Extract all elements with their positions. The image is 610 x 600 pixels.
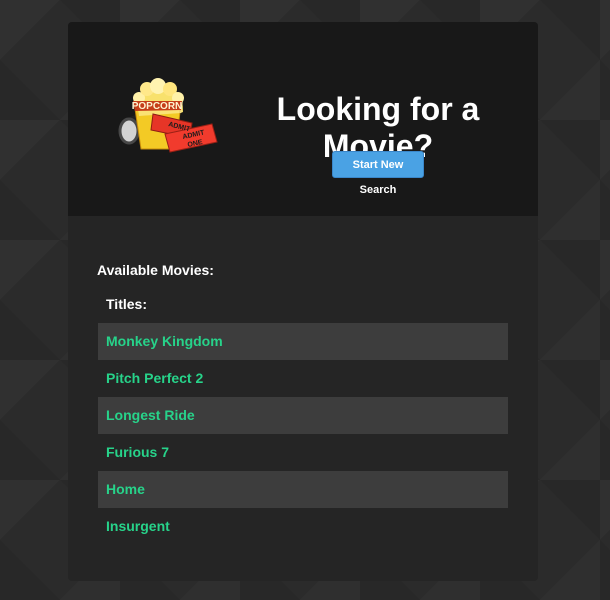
movie-list-item: Insurgent: [98, 508, 508, 545]
movie-list-item: Monkey Kingdom: [98, 322, 508, 360]
start-new-search-button[interactable]: Start New Search: [332, 151, 424, 196]
hero-section: POPCORN ADMIT ADMIT ONE Looking for a Mo…: [68, 22, 538, 216]
popcorn-and-tickets-icon: POPCORN ADMIT ADMIT ONE: [108, 67, 228, 167]
movie-link-insurgent[interactable]: Insurgent: [106, 518, 170, 534]
movie-search-panel: POPCORN ADMIT ADMIT ONE Looking for a Mo…: [68, 22, 538, 581]
movie-title-list: Monkey Kingdom Pitch Perfect 2 Longest R…: [98, 322, 508, 545]
movie-link-longest-ride[interactable]: Longest Ride: [106, 407, 195, 423]
titles-column-header: Titles:: [106, 295, 147, 312]
movie-link-furious-7[interactable]: Furious 7: [106, 444, 169, 460]
movie-list-item: Longest Ride: [98, 396, 508, 434]
movie-list-item: Home: [98, 470, 508, 508]
movie-list-item: Furious 7: [98, 434, 508, 471]
available-movies-section: Available Movies: Titles: Monkey Kingdom…: [68, 216, 538, 545]
movie-link-pitch-perfect-2[interactable]: Pitch Perfect 2: [106, 370, 203, 386]
movie-list-item: Pitch Perfect 2: [98, 360, 508, 397]
movie-link-monkey-kingdom[interactable]: Monkey Kingdom: [106, 333, 223, 349]
movie-link-home[interactable]: Home: [106, 481, 145, 497]
svg-text:POPCORN: POPCORN: [132, 101, 183, 112]
available-movies-heading: Available Movies:: [97, 261, 214, 278]
